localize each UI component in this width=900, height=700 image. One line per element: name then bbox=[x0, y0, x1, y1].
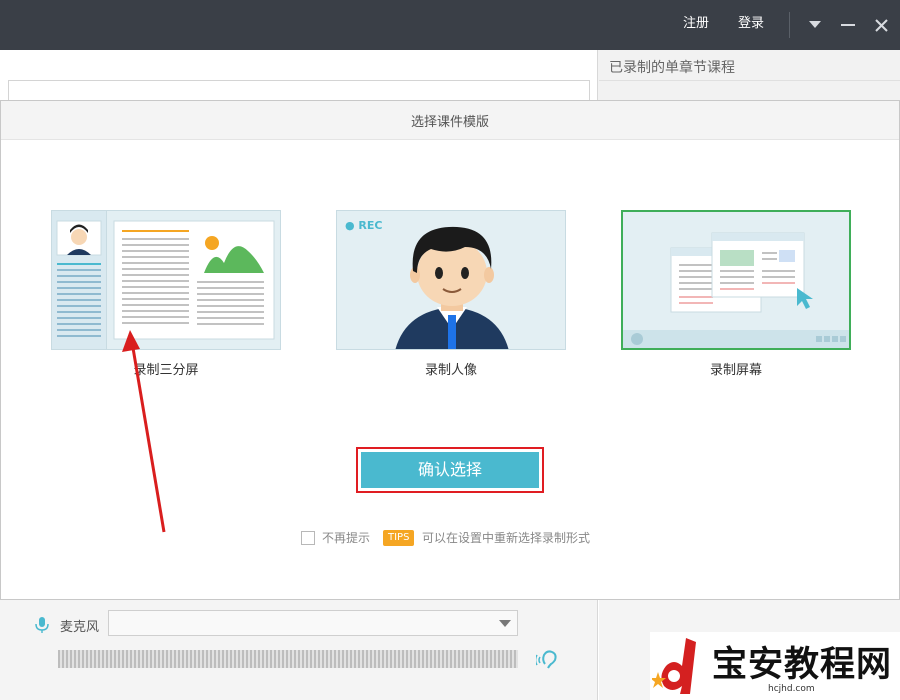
rec-indicator: ● REC bbox=[345, 219, 383, 232]
title-bar: 注册 登录 bbox=[0, 0, 900, 50]
watermark-logo: 宝安教程网 hcjhd.com bbox=[650, 632, 900, 700]
watermark-text: 宝安教程网 bbox=[712, 644, 893, 685]
confirm-select-button[interactable]: 确认选择 bbox=[361, 452, 539, 488]
template-screen[interactable] bbox=[621, 210, 851, 350]
register-link[interactable]: 注册 bbox=[683, 15, 709, 33]
dont-show-checkbox[interactable] bbox=[301, 531, 315, 545]
screen-illustration bbox=[623, 232, 849, 348]
watermark-url: hcjhd.com bbox=[768, 684, 815, 694]
mic-level-meter bbox=[58, 650, 518, 668]
microphone-select[interactable] bbox=[108, 610, 518, 636]
microphone-icon bbox=[34, 616, 50, 634]
close-icon[interactable] bbox=[869, 12, 893, 36]
panel-divider bbox=[599, 80, 900, 81]
course-input[interactable] bbox=[8, 80, 590, 102]
watermark-emblem-icon bbox=[652, 638, 696, 694]
tips-text: 可以在设置中重新选择录制形式 bbox=[422, 531, 591, 545]
login-link[interactable]: 登录 bbox=[738, 15, 764, 33]
template-portrait[interactable]: ● REC bbox=[336, 210, 566, 350]
dropdown-menu-icon[interactable] bbox=[803, 12, 827, 36]
dialog-title: 选择课件模版 bbox=[410, 115, 489, 130]
dont-show-label: 不再提示 bbox=[322, 531, 371, 545]
dialog-header: 选择课件模版 bbox=[1, 101, 899, 140]
chevron-down-icon bbox=[499, 620, 511, 627]
microphone-label: 麦克风 bbox=[60, 620, 100, 635]
recorded-courses-title: 已录制的单章节课程 bbox=[609, 60, 735, 76]
annotation-arrow bbox=[122, 330, 166, 533]
minimize-icon[interactable] bbox=[836, 12, 860, 36]
ear-listen-icon[interactable] bbox=[534, 648, 562, 670]
template-portrait-label: 录制人像 bbox=[424, 363, 477, 378]
tips-badge: TIPS bbox=[383, 530, 415, 546]
title-separator bbox=[789, 12, 790, 38]
template-screen-label: 录制屏幕 bbox=[709, 363, 762, 378]
